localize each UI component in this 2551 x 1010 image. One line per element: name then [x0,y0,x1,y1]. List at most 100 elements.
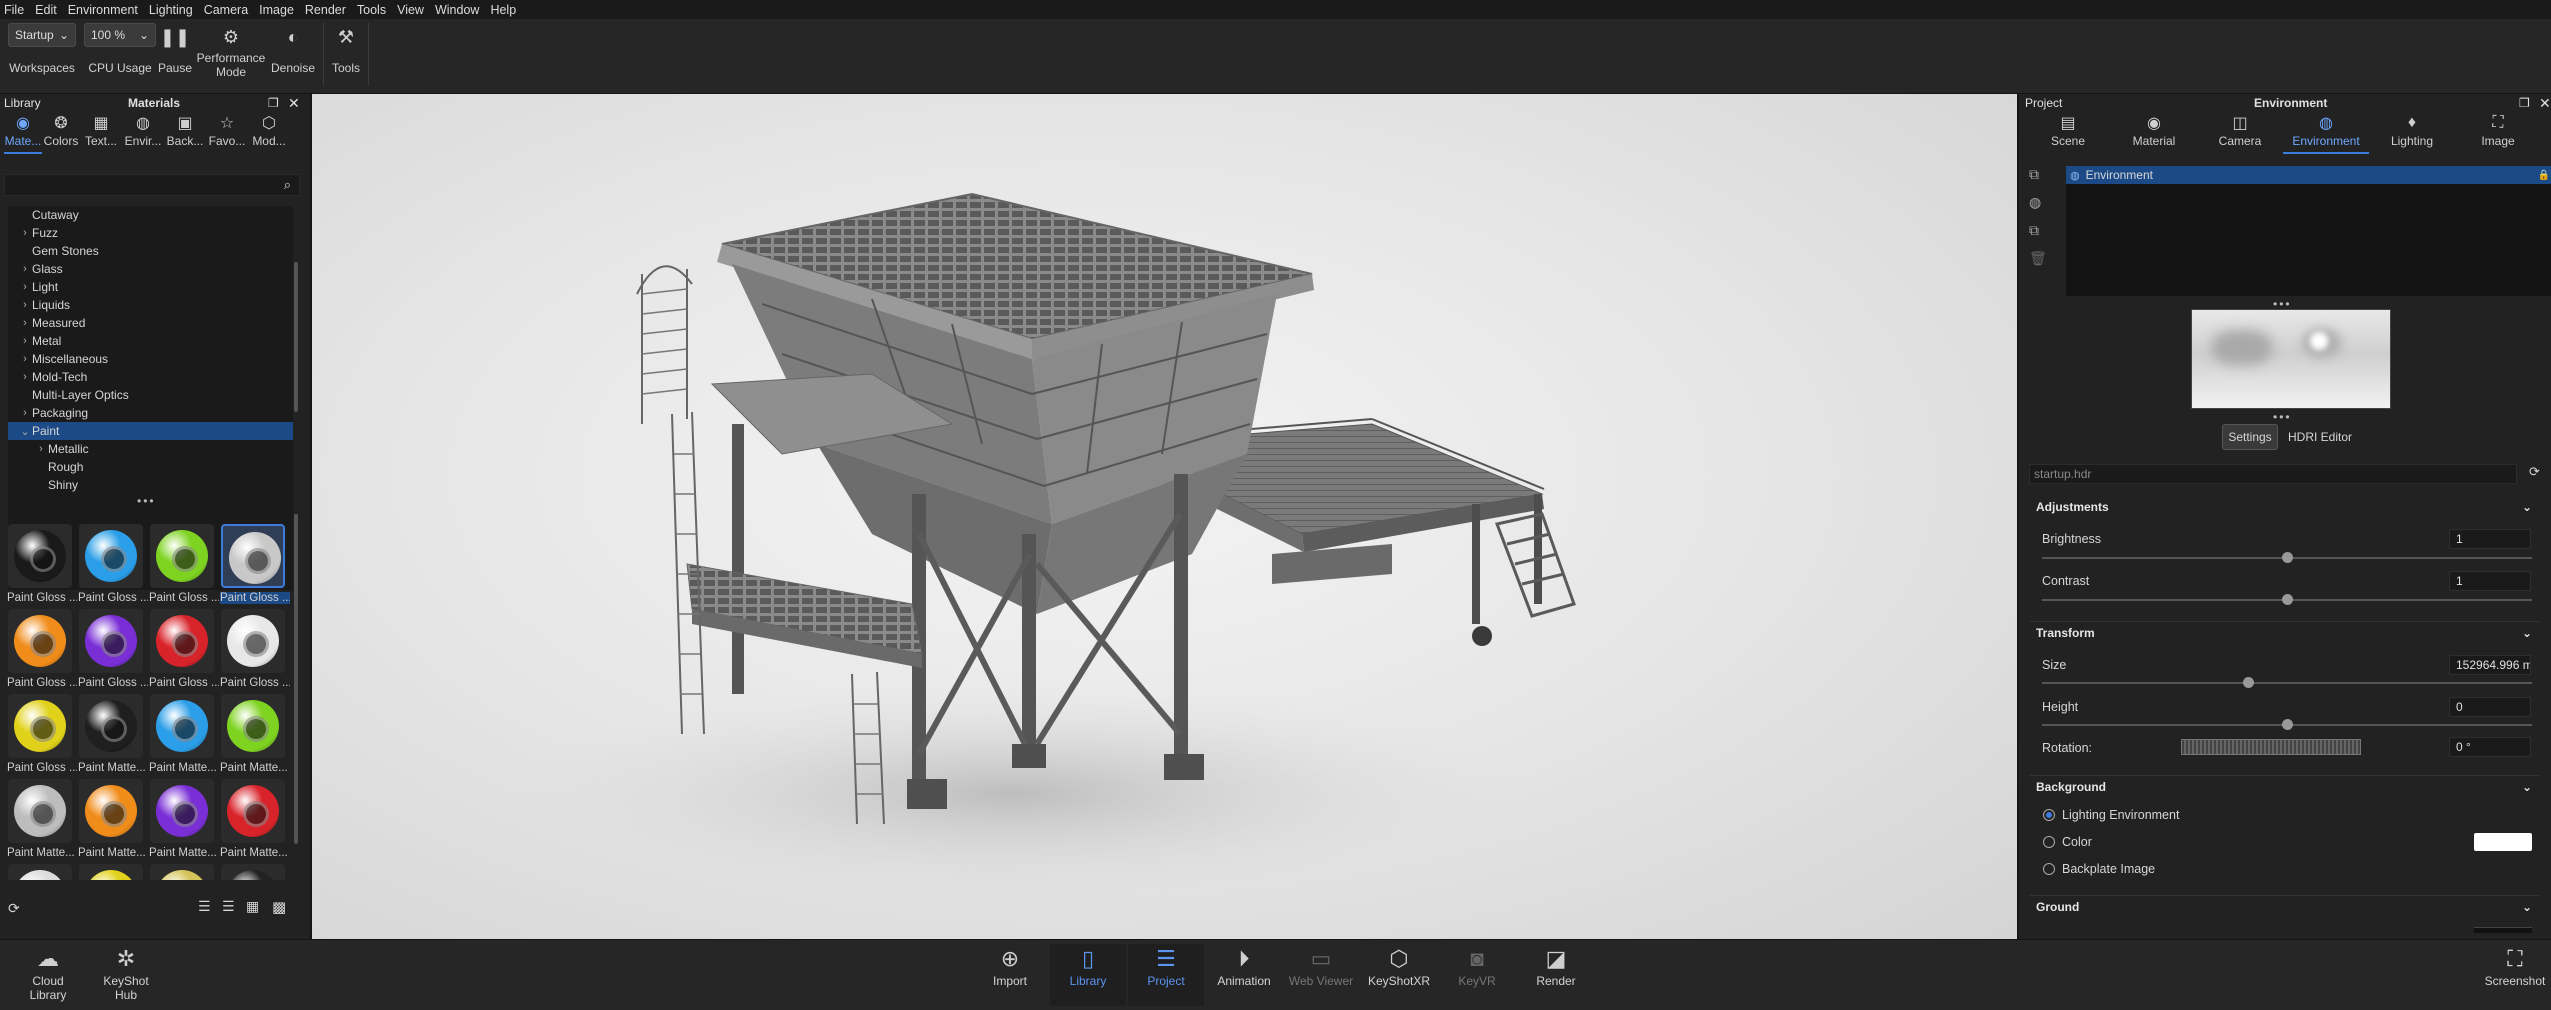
material-thumbnail[interactable] [221,524,285,588]
settings-tab[interactable]: Settings [2222,424,2278,450]
brightness-slider[interactable] [2042,552,2532,563]
delete-icon[interactable]: 🗑 [2029,250,2047,267]
tree-item[interactable]: › Mold-Tech [8,368,293,386]
tree-item[interactable]: Cutaway [8,206,293,224]
material-thumbnail[interactable] [79,609,143,673]
list-view-icon[interactable]: ☰ [198,898,211,915]
material-thumbnail[interactable] [8,694,72,758]
material-thumbnail[interactable] [150,609,214,673]
height-input[interactable]: 0 [2449,697,2531,717]
menu-view[interactable]: View [397,3,424,17]
ground-color-swatch[interactable] [2474,927,2532,933]
ground-header[interactable]: Ground ⌄ [2030,895,2540,917]
menu-file[interactable]: File [4,3,24,17]
slider-knob[interactable] [2282,594,2293,605]
close-icon[interactable]: ✕ [2539,95,2551,112]
web-viewer-button[interactable]: ▭ Web Viewer [1284,944,1358,1006]
tools-button[interactable]: ⚒ Tools [328,23,364,76]
material-thumbnail[interactable] [79,524,143,588]
workspace-select[interactable]: Startup ⌄ [8,23,76,47]
tree-item[interactable]: › Light [8,278,293,296]
library-search-input[interactable]: ⌕ [4,174,300,196]
menu-render[interactable]: Render [305,3,346,17]
menu-tools[interactable]: Tools [357,3,386,17]
hdri-preview[interactable] [2191,309,2391,409]
thumbs-scrollbar[interactable] [294,514,298,844]
tab-material[interactable]: ◉ Material [2111,112,2197,154]
menu-environment[interactable]: Environment [68,3,138,17]
copy-environment-icon[interactable]: ⧉ [2029,222,2039,239]
brightness-input[interactable]: 1 [2449,529,2531,549]
menu-camera[interactable]: Camera [204,3,248,17]
chevron-right-icon[interactable]: › [18,227,32,239]
hdri-editor-tab[interactable]: HDRI Editor [2283,424,2357,450]
animation-button[interactable]: ⏵ Animation [1208,944,1280,1006]
slider-knob[interactable] [2282,719,2293,730]
tab-image[interactable]: ⛶ Image [2455,112,2541,154]
tab-textures[interactable]: ▦ Text... [80,112,122,154]
radio-lighting-environment[interactable] [2043,809,2055,821]
tree-item[interactable]: ⌄ Paint [8,422,293,440]
slider-knob[interactable] [2242,677,2254,688]
material-thumbnail[interactable] [8,779,72,843]
small-grid-icon[interactable]: ▦ [246,898,259,915]
lock-icon[interactable]: 🔒 [2538,170,2550,181]
material-thumbnail[interactable] [221,694,285,758]
chevron-right-icon[interactable]: › [18,407,32,419]
rotation-dial[interactable] [2181,739,2361,755]
screenshot-button[interactable]: ⛶ Screenshot [2480,944,2550,1006]
reload-icon[interactable]: ⟳ [2529,464,2540,480]
tree-item[interactable]: › Metallic [8,440,293,458]
tab-materials[interactable]: ◉ Mate... [4,112,42,154]
material-thumbnail[interactable] [221,609,285,673]
tree-item[interactable]: › Packaging [8,404,293,422]
chevron-right-icon[interactable]: › [18,263,32,275]
tree-scrollbar[interactable] [294,262,298,412]
menu-help[interactable]: Help [490,3,516,17]
size-slider[interactable] [2042,677,2532,688]
pause-button[interactable]: ❚❚ Pause [157,23,193,76]
library-button[interactable]: ▯ Library [1050,944,1126,1006]
environment-list-item[interactable]: ◍ Environment 🔒 [2066,166,2551,184]
menu-edit[interactable]: Edit [35,3,57,17]
tree-item[interactable]: › Miscellaneous [8,350,293,368]
radio-backplate-image[interactable] [2043,863,2055,875]
material-thumbnail[interactable] [221,864,285,880]
material-thumbnail[interactable] [150,779,214,843]
material-thumbnail[interactable] [221,779,285,843]
background-header[interactable]: Background ⌄ [2030,775,2540,797]
tab-environments[interactable]: ◍ Envir... [122,112,164,154]
menu-image[interactable]: Image [259,3,294,17]
tab-scene[interactable]: ▤ Scene [2025,112,2111,154]
chevron-right-icon[interactable]: › [34,443,48,455]
detail-view-icon[interactable]: ☰ [222,898,235,915]
tab-colors[interactable]: ❂ Colors [42,112,80,154]
tab-backplates[interactable]: ▣ Back... [164,112,206,154]
splitter-handle[interactable]: ••• [2273,410,2292,424]
keyshot-hub-button[interactable]: ✲ KeyShot Hub [96,944,156,1006]
radio-color[interactable] [2043,836,2055,848]
material-thumbnail[interactable] [79,779,143,843]
tree-item[interactable]: Rough [8,458,293,476]
chevron-right-icon[interactable]: › [18,317,32,329]
close-icon[interactable]: ✕ [288,95,300,112]
tab-camera[interactable]: ◫ Camera [2197,112,2283,154]
cpu-usage-select[interactable]: 100 % ⌄ [84,23,156,47]
material-thumbnail[interactable] [79,864,143,880]
transform-header[interactable]: Transform ⌄ [2030,621,2540,643]
adjustments-header[interactable]: Adjustments ⌄ [2030,496,2540,518]
material-thumbnail[interactable] [8,864,72,880]
menu-window[interactable]: Window [435,3,479,17]
cloud-library-button[interactable]: ☁ Cloud Library [20,944,76,1006]
material-thumbnail[interactable] [150,694,214,758]
material-thumbnail[interactable] [150,524,214,588]
material-thumbnail[interactable] [79,694,143,758]
height-slider[interactable] [2042,719,2532,730]
performance-mode-button[interactable]: ⚙ Performance Mode [196,23,266,80]
slider-knob[interactable] [2282,552,2293,563]
refresh-icon[interactable]: ⟳ [8,900,20,917]
chevron-right-icon[interactable]: › [18,335,32,347]
rotation-input[interactable]: 0 ° [2449,737,2531,757]
tree-item[interactable]: Gem Stones [8,242,293,260]
tab-environment[interactable]: ◍ Environment [2283,112,2369,154]
